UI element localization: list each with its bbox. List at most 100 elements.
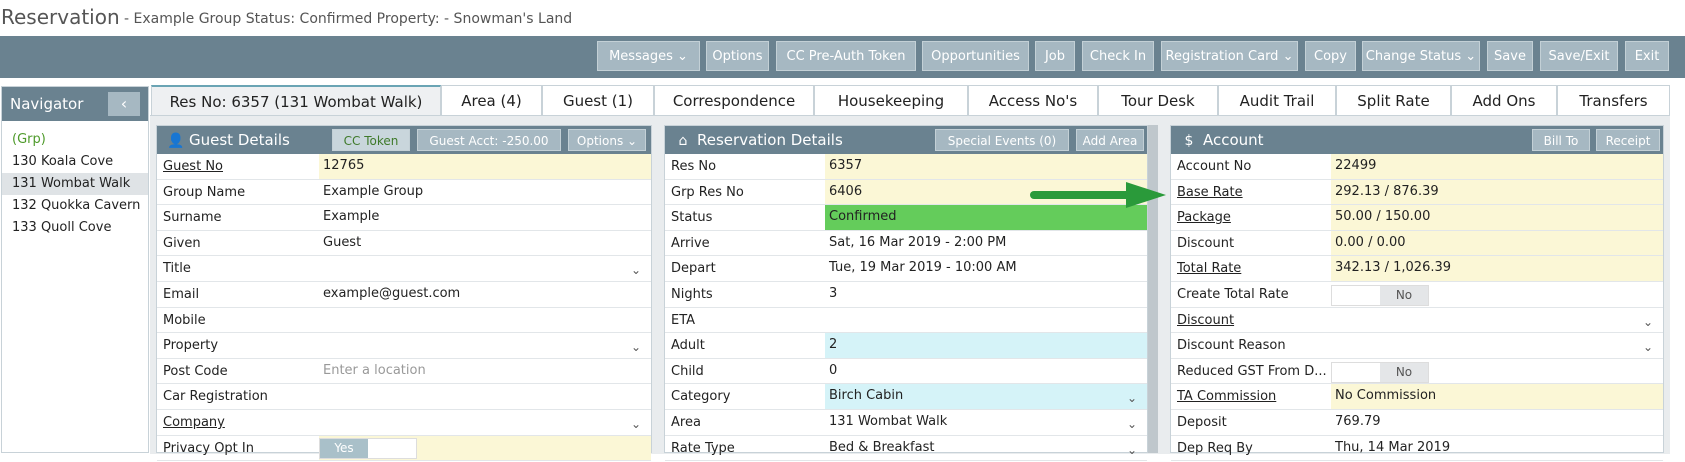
navigator-item[interactable]: 132 Quokka Cavern [2, 195, 148, 217]
guest-account-button[interactable]: Guest Acct: -250.00 [417, 129, 561, 151]
dep-req-by-field[interactable]: Thu, 14 Mar 2019 [1331, 436, 1663, 461]
privacy-opt-in-label: Privacy Opt In [163, 440, 254, 456]
tab-transfers[interactable]: Transfers [1557, 85, 1670, 115]
tab-correspondence[interactable]: Correspondence [654, 85, 814, 115]
package-value: 50.00 / 150.00 [1331, 205, 1663, 230]
special-events-button[interactable]: Special Events (0) [935, 129, 1069, 151]
guest-options-button[interactable]: Options ⌄ [568, 129, 646, 151]
guest-row-guest-no: Guest No 12765 [157, 154, 651, 180]
acct-row-reduced-gst: Reduced GST From D... No [1171, 359, 1663, 385]
check-in-button[interactable]: Check In [1082, 41, 1154, 71]
save-exit-button[interactable]: Save/Exit [1540, 41, 1618, 71]
package-link[interactable]: Package [1177, 210, 1231, 225]
cc-token-button[interactable]: CC Token [332, 129, 410, 151]
area-select[interactable]: 131 Wombat Walk ⌄ [825, 410, 1147, 435]
guest-no-value[interactable]: 12765 [319, 154, 651, 179]
reduced-gst-toggle[interactable]: No [1331, 361, 1429, 383]
category-label: Category [671, 389, 731, 405]
acct-row-discount-reason: Discount Reason ⌄ [1171, 333, 1663, 359]
tab-housekeeping[interactable]: Housekeeping [814, 85, 968, 115]
opportunities-button[interactable]: Opportunities [922, 41, 1029, 71]
ta-commission-value[interactable]: No Commission [1331, 384, 1663, 409]
job-button[interactable]: Job [1035, 41, 1075, 71]
res-no-value: 6357 [825, 154, 1147, 179]
discount-amount-value: 0.00 / 0.00 [1331, 230, 1663, 256]
bill-to-button[interactable]: Bill To [1532, 129, 1590, 151]
options-button[interactable]: Options [706, 41, 769, 71]
tab-access-nos[interactable]: Access No's [968, 85, 1098, 115]
area-label: Area [671, 414, 701, 430]
given-field[interactable]: Guest [319, 231, 651, 256]
collapse-navigator-button[interactable]: ‹ [108, 92, 140, 116]
copy-button[interactable]: Copy [1305, 41, 1356, 71]
adult-label: Adult [671, 338, 705, 354]
add-area-button[interactable]: Add Area [1076, 129, 1144, 151]
tab-res-no[interactable]: Res No: 6357 (131 Wombat Walk) [151, 85, 441, 115]
navigator-item[interactable]: 133 Quoll Cove [2, 217, 148, 239]
post-code-field[interactable]: Enter a location [319, 359, 651, 384]
guest-row-property: Property ⌄ [157, 333, 651, 359]
navigator-item[interactable]: 130 Koala Cove [2, 151, 148, 173]
company-select[interactable]: ⌄ [319, 410, 651, 435]
property-select[interactable]: ⌄ [319, 333, 651, 358]
ta-commission-link[interactable]: TA Commission [1177, 389, 1276, 404]
deposit-field[interactable]: 769.79 [1331, 410, 1663, 435]
group-name-field[interactable]: Example Group [319, 180, 651, 205]
acct-row-ta-commission: TA Commission No Commission [1171, 384, 1663, 410]
chevron-down-icon: ⌄ [1126, 442, 1137, 457]
guest-details-header: 👤 Guest Details CC Token Guest Acct: -250… [157, 126, 651, 154]
rate-type-select[interactable]: Bed & Breakfast ⌄ [825, 436, 1147, 461]
dollar-icon: $ [1184, 133, 1194, 149]
group-name-label: Group Name [163, 184, 246, 200]
tab-tour-desk[interactable]: Tour Desk [1098, 85, 1218, 115]
navigator-item-group[interactable]: (Grp) [2, 129, 148, 151]
chevron-down-icon: ⌄ [1642, 340, 1653, 355]
receipt-button[interactable]: Receipt [1596, 129, 1660, 151]
tab-guest[interactable]: Guest (1) [542, 85, 654, 115]
adult-field[interactable]: 2 [825, 333, 1147, 358]
privacy-opt-in-toggle[interactable]: Yes [319, 437, 417, 459]
toolbar: Messages ⌄ Options CC Pre-Auth Token Opp… [0, 36, 1685, 78]
discount-reason-select[interactable]: ⌄ [1331, 333, 1663, 358]
eta-field[interactable] [825, 308, 1147, 333]
guest-row-privacy-opt-in: Privacy Opt In Yes [157, 435, 651, 462]
arrive-field[interactable]: Sat, 16 Mar 2019 - 2:00 PM [825, 231, 1147, 256]
change-status-button[interactable]: Change Status ⌄ [1362, 41, 1480, 71]
company-link[interactable]: Company [163, 415, 225, 430]
scrollbar[interactable] [1148, 125, 1158, 453]
total-rate-link[interactable]: Total Rate [1177, 261, 1241, 276]
depart-field[interactable]: Tue, 19 Mar 2019 - 10:00 AM [825, 256, 1147, 281]
nights-field[interactable]: 3 [825, 282, 1147, 307]
registration-card-button[interactable]: Registration Card ⌄ [1161, 41, 1298, 71]
save-button[interactable]: Save [1487, 41, 1533, 71]
depart-label: Depart [671, 261, 716, 277]
mobile-field[interactable] [319, 308, 651, 333]
base-rate-link[interactable]: Base Rate [1177, 185, 1243, 200]
title-select[interactable]: ⌄ [319, 256, 651, 281]
create-total-rate-toggle[interactable]: No [1331, 284, 1429, 306]
messages-button[interactable]: Messages ⌄ [597, 41, 700, 71]
navigator-item-selected[interactable]: 131 Wombat Walk [2, 173, 148, 195]
guest-no-link[interactable]: Guest No [163, 159, 223, 174]
res-row-depart: Depart Tue, 19 Mar 2019 - 10:00 AM [665, 256, 1147, 282]
category-select[interactable]: Birch Cabin ⌄ [825, 384, 1147, 409]
car-registration-field[interactable] [319, 384, 651, 409]
email-field[interactable]: example@guest.com [319, 282, 651, 307]
discount-link[interactable]: Discount [1177, 313, 1234, 328]
discount-amount-label: Discount [1177, 235, 1235, 251]
cc-preauth-token-button[interactable]: CC Pre-Auth Token [776, 41, 916, 71]
acct-row-discount-amount: Discount 0.00 / 0.00 [1171, 230, 1663, 257]
tab-split-rate[interactable]: Split Rate [1336, 85, 1451, 115]
rate-type-label: Rate Type [671, 440, 735, 456]
tab-audit-trail[interactable]: Audit Trail [1218, 85, 1336, 115]
reservation-details-header: ⌂ Reservation Details Special Events (0) … [665, 126, 1147, 154]
surname-field[interactable]: Example [319, 205, 651, 230]
tab-area[interactable]: Area (4) [441, 85, 542, 115]
tab-add-ons[interactable]: Add Ons [1451, 85, 1557, 115]
page-subtitle: - Example Group Status: Confirmed Proper… [124, 11, 573, 27]
exit-button[interactable]: Exit [1625, 41, 1669, 71]
car-registration-label: Car Registration [163, 389, 268, 405]
discount-select[interactable]: ⌄ [1331, 308, 1663, 333]
child-field[interactable]: 0 [825, 359, 1147, 384]
acct-row-create-total-rate: Create Total Rate No [1171, 282, 1663, 308]
